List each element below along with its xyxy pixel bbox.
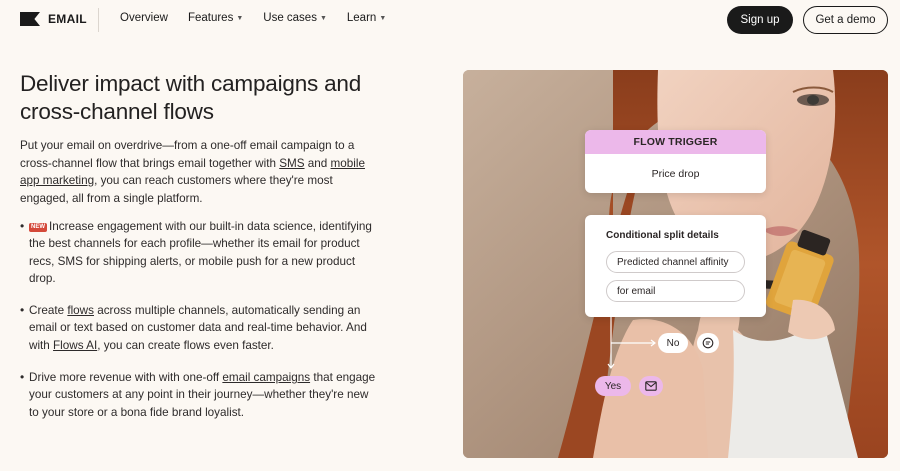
nav-link-label: Learn <box>346 12 377 24</box>
split-condition-value[interactable]: for email <box>606 280 745 302</box>
nav-links: Overview Features ▼ Use cases ▼ Learn ▼ <box>120 12 386 24</box>
page-headline: Deliver impact with campaigns and cross-… <box>20 71 362 124</box>
chevron-down-icon: ▼ <box>379 15 387 22</box>
brand-logo[interactable]: EMAIL <box>20 12 87 26</box>
nav-divider <box>98 8 99 32</box>
envelope-icon <box>645 381 657 391</box>
intro-paragraph: Put your email on overdrive—from a one-o… <box>20 137 380 207</box>
flow-trigger-title: FLOW TRIGGER <box>585 130 766 154</box>
sms-link[interactable]: SMS <box>279 157 304 170</box>
sms-bubble-icon[interactable] <box>697 333 719 353</box>
list-item-text: , you can create flows even faster. <box>97 338 274 352</box>
feature-list: NEWIncrease engagement with our built-in… <box>20 218 380 421</box>
chevron-down-icon: ▼ <box>319 15 327 22</box>
nav-link-learn[interactable]: Learn ▼ <box>347 12 386 24</box>
list-item-text: Create <box>29 304 68 318</box>
list-item-text: Drive more revenue with with one-off <box>29 371 223 385</box>
nav-link-label: Use cases <box>263 12 317 24</box>
sms-bubble-icon <box>702 337 714 349</box>
flows-link[interactable]: flows <box>67 304 94 317</box>
no-branch-chip[interactable]: No <box>658 333 688 353</box>
chevron-down-icon: ▼ <box>236 15 244 22</box>
split-condition-field[interactable]: Predicted channel affinity <box>606 251 745 273</box>
conditional-split-title: Conditional split details <box>606 230 719 241</box>
get-a-demo-button[interactable]: Get a demo <box>803 6 888 34</box>
flow-trigger-value: Price drop <box>651 167 700 180</box>
nav-link-features[interactable]: Features ▼ <box>188 12 243 24</box>
intro-text: and <box>304 156 331 170</box>
email-campaigns-link[interactable]: email campaigns <box>222 371 310 384</box>
new-badge: NEW <box>29 223 47 232</box>
nav-link-use-cases[interactable]: Use cases ▼ <box>263 12 327 24</box>
flow-trigger-card[interactable]: FLOW TRIGGER Price drop <box>585 130 766 193</box>
nav-link-overview[interactable]: Overview <box>120 12 168 24</box>
top-navigation: EMAIL Overview Features ▼ Use cases ▼ Le… <box>0 0 900 40</box>
nav-link-label: Overview <box>120 12 168 24</box>
logo-text: EMAIL <box>48 12 87 26</box>
sign-up-button[interactable]: Sign up <box>727 6 793 34</box>
list-item: NEWIncrease engagement with our built-in… <box>20 218 380 287</box>
list-item: Create flows across multiple channels, a… <box>20 302 380 354</box>
flows-ai-link[interactable]: Flows AI <box>53 339 97 352</box>
list-item-text: Increase engagement with our built-in da… <box>29 220 372 285</box>
conditional-split-card[interactable]: Conditional split details Predicted chan… <box>585 215 766 317</box>
nav-link-label: Features <box>187 12 234 24</box>
yes-branch-chip[interactable]: Yes <box>595 376 631 396</box>
envelope-icon[interactable] <box>639 376 663 396</box>
logo-flag-icon <box>20 12 40 26</box>
list-item: Drive more revenue with with one-off ema… <box>20 369 380 421</box>
